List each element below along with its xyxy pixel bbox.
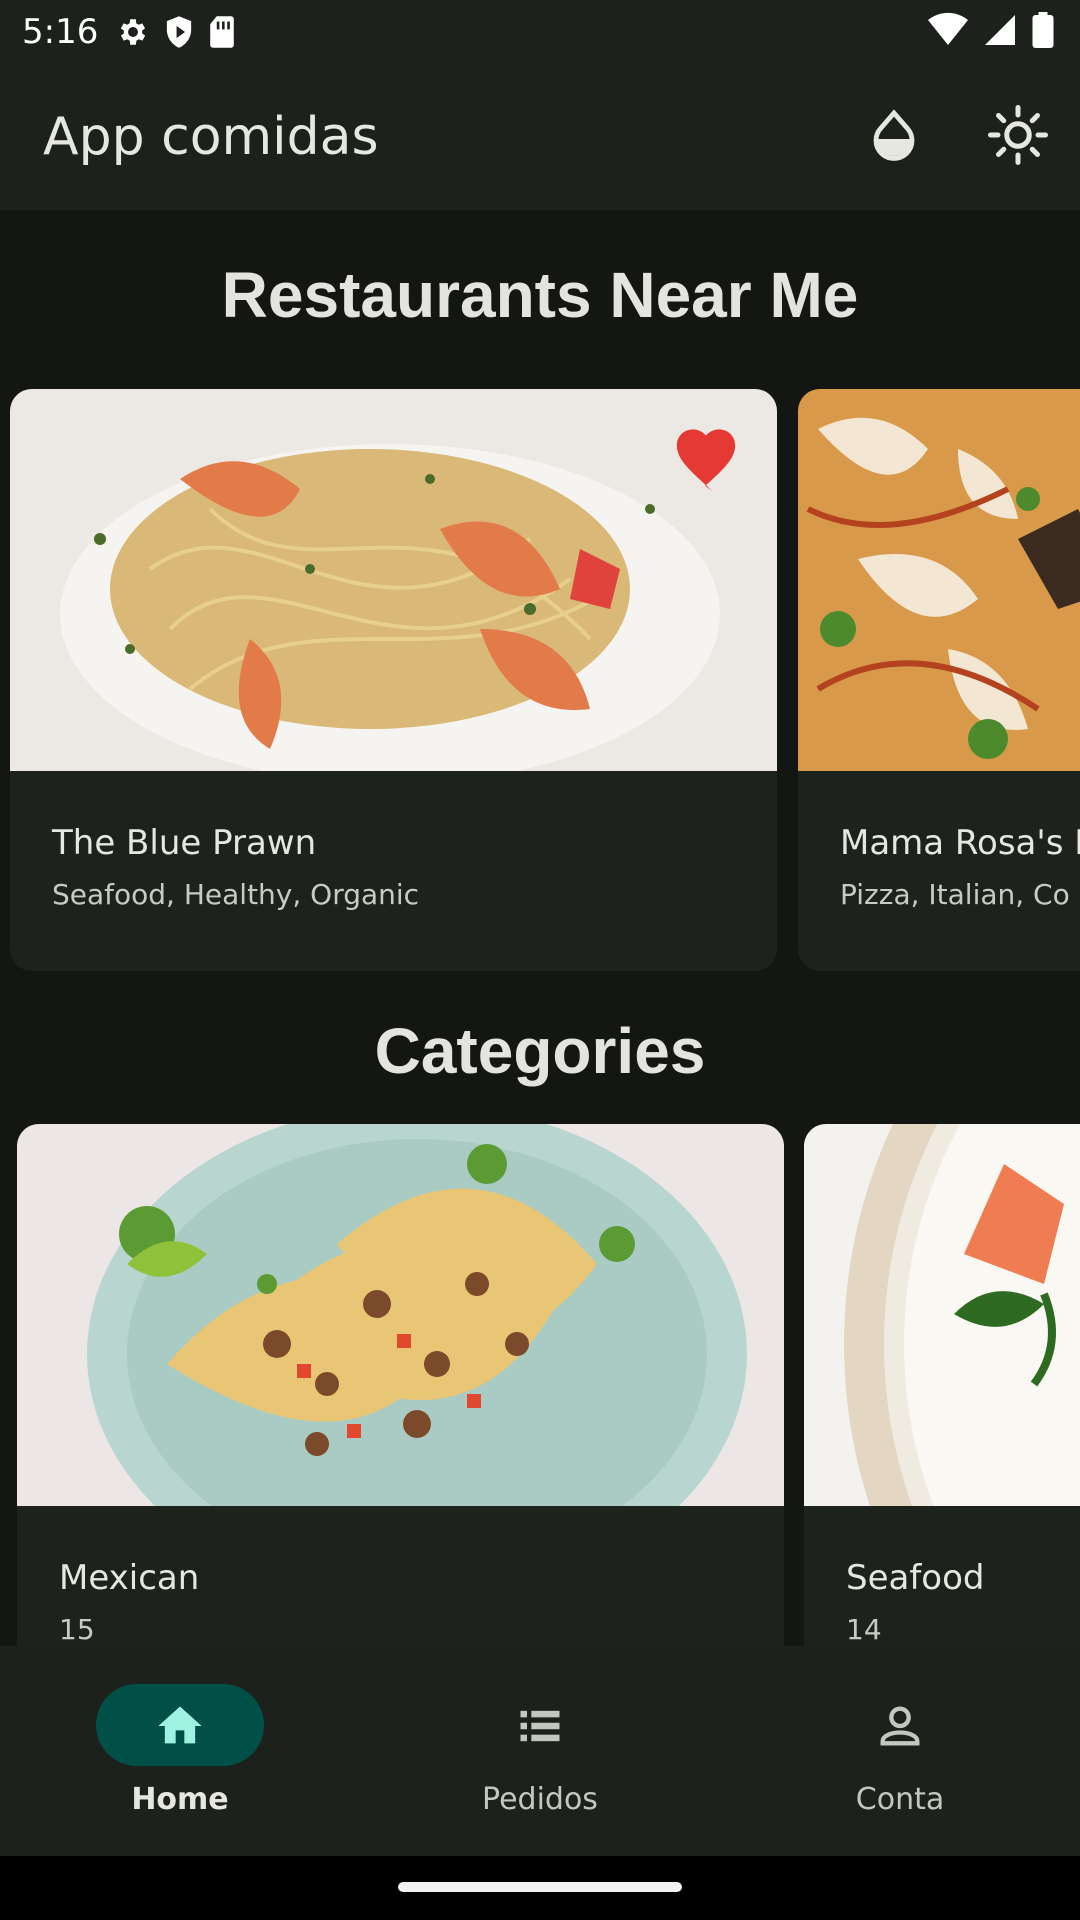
settings-icon — [121, 18, 146, 45]
color-theme-button[interactable] — [862, 103, 926, 167]
sim-card-icon — [210, 15, 235, 48]
restaurant-name: Mama Rosa's I — [840, 823, 1080, 863]
restaurants-carousel[interactable]: The Blue Prawn Seafood, Healthy, Organic — [0, 389, 1080, 971]
restaurant-image — [10, 389, 777, 771]
category-card[interactable]: Mexican 15 — [17, 1124, 784, 1646]
status-bar: 5:16 — [0, 0, 1080, 63]
category-name: Mexican — [59, 1558, 200, 1598]
nav-label-pedidos: Pedidos — [482, 1782, 598, 1817]
nav-item-conta[interactable]: Conta — [720, 1646, 1080, 1856]
category-name: Seafood — [846, 1558, 985, 1598]
gesture-handle[interactable] — [398, 1882, 682, 1892]
category-count: 15 — [59, 1613, 95, 1646]
category-card[interactable]: Seafood 14 — [804, 1124, 1080, 1646]
gesture-navigation-area — [0, 1856, 1080, 1920]
restaurant-image — [798, 389, 1080, 771]
app-bar: App comidas — [0, 63, 1080, 210]
list-icon — [520, 1710, 560, 1742]
person-icon — [880, 1706, 920, 1746]
restaurant-tags: Seafood, Healthy, Organic — [52, 878, 420, 911]
category-image — [804, 1124, 1080, 1506]
app-title: App comidas — [43, 106, 379, 167]
battery-icon — [1032, 12, 1054, 48]
color-drop-icon — [873, 109, 915, 161]
nav-label-home: Home — [131, 1782, 229, 1817]
restaurants-section-title: Restaurants Near Me — [221, 259, 859, 331]
nav-label-conta: Conta — [855, 1782, 945, 1817]
signal-icon — [985, 15, 1015, 45]
restaurant-name: The Blue Prawn — [52, 823, 317, 863]
brightness-icon — [988, 105, 1048, 165]
categories-section-title: Categories — [374, 1015, 706, 1087]
restaurant-tags: Pizza, Italian, Co — [840, 878, 1070, 911]
home-icon — [158, 1706, 202, 1744]
wifi-icon — [928, 12, 968, 46]
brightness-toggle-button[interactable] — [986, 103, 1050, 167]
restaurant-card[interactable]: Mama Rosa's I Pizza, Italian, Co — [798, 389, 1080, 971]
category-count: 14 — [846, 1613, 882, 1646]
categories-carousel[interactable]: Mexican 15 Seafood 14 — [0, 1124, 1080, 1646]
nav-item-pedidos[interactable]: Pedidos — [360, 1646, 720, 1856]
nav-item-home[interactable]: Home — [0, 1646, 360, 1856]
status-time: 5:16 — [22, 11, 99, 52]
favorite-heart-icon[interactable] — [671, 429, 741, 491]
shield-icon — [167, 15, 192, 48]
restaurant-card[interactable]: The Blue Prawn Seafood, Healthy, Organic — [10, 389, 777, 971]
bottom-navigation: Home Pedidos Conta — [0, 1646, 1080, 1856]
category-image — [17, 1124, 784, 1506]
